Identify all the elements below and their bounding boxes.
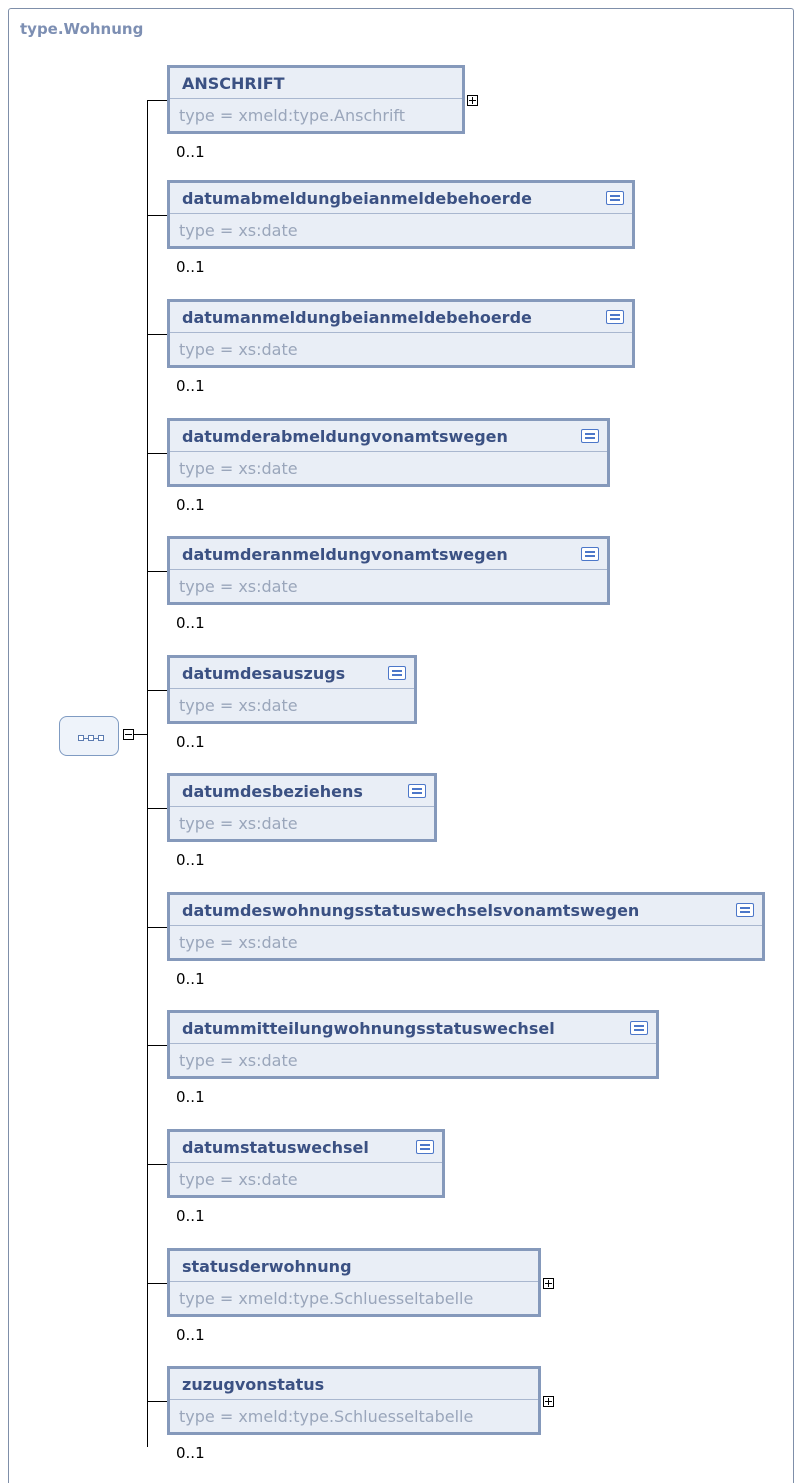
element-name: datumdesbeziehens — [182, 781, 363, 801]
element-name-row: datumderabmeldungvonamtswegen — [170, 421, 607, 452]
element-name: datumabmeldungbeianmeldebehoerde — [182, 188, 532, 208]
element-box[interactable]: datumstatuswechsel type = xs:date — [167, 1129, 445, 1198]
element-box[interactable]: datumanmeldungbeianmeldebehoerde type = x… — [167, 299, 635, 368]
cardinality-label: 0..1 — [176, 377, 205, 395]
element-name-row: datumdesauszugs — [170, 658, 414, 689]
documentation-icon — [581, 429, 599, 443]
cardinality-label: 0..1 — [176, 1088, 205, 1106]
element-name-row: datumstatuswechsel — [170, 1132, 442, 1163]
element-name: datumdesauszugs — [182, 663, 346, 683]
documentation-icon — [581, 547, 599, 561]
element-connector — [147, 215, 167, 216]
collapse-icon[interactable] — [123, 729, 134, 740]
element-connector — [147, 1401, 167, 1402]
element-name: datummitteilungwohnungsstatuswechsel — [182, 1018, 555, 1038]
element-name: datumdeswohnungsstatuswechselsvonamtsweg… — [182, 900, 640, 920]
element-type: type = xs:date — [179, 696, 298, 715]
element-connector — [147, 100, 167, 101]
documentation-icon — [388, 666, 406, 680]
element-type: type = xs:date — [179, 814, 298, 833]
element-name-row: ANSCHRIFT — [170, 68, 462, 99]
element-name-row: datumderanmeldungvonamtswegen — [170, 539, 607, 570]
element-type: type = xs:date — [179, 221, 298, 240]
element-type: type = xmeld:type.Schluesseltabelle — [179, 1407, 474, 1426]
expand-icon[interactable] — [543, 1396, 554, 1407]
element-box[interactable]: datumabmeldungbeianmeldebehoerde type = x… — [167, 180, 635, 249]
cardinality-label: 0..1 — [176, 614, 205, 632]
element-type: type = xs:date — [179, 1051, 298, 1070]
diagram-title: type.Wohnung — [20, 20, 144, 38]
cardinality-label: 0..1 — [176, 851, 205, 869]
element-type: type = xs:date — [179, 577, 298, 596]
expand-icon[interactable] — [543, 1278, 554, 1289]
cardinality-label: 0..1 — [176, 143, 205, 161]
documentation-icon — [416, 1140, 434, 1154]
element-name: datumderabmeldungvonamtswegen — [182, 426, 508, 446]
element-type: type = xmeld:type.Anschrift — [179, 106, 406, 125]
cardinality-label: 0..1 — [176, 970, 205, 988]
element-name: datumderanmeldungvonamtswegen — [182, 544, 508, 564]
element-connector — [147, 1164, 167, 1165]
element-box[interactable]: ANSCHRIFT type = xmeld:type.Anschrift — [167, 65, 465, 134]
element-type: type = xs:date — [179, 933, 298, 952]
cardinality-label: 0..1 — [176, 733, 205, 751]
element-box[interactable]: datumdesbeziehens type = xs:date — [167, 773, 437, 842]
element-type: type = xs:date — [179, 1170, 298, 1189]
cardinality-label: 0..1 — [176, 1444, 205, 1462]
element-box[interactable]: datumderanmeldungvonamtswegen type = xs:d… — [167, 536, 610, 605]
element-connector — [147, 334, 167, 335]
element-name-row: datummitteilungwohnungsstatuswechsel — [170, 1013, 656, 1044]
cardinality-label: 0..1 — [176, 496, 205, 514]
element-name: datumstatuswechsel — [182, 1137, 369, 1157]
element-box[interactable]: zuzugvonstatus type = xmeld:type.Schluess… — [167, 1366, 541, 1435]
element-box[interactable]: statusderwohnung type = xmeld:type.Schlue… — [167, 1248, 541, 1317]
element-connector — [147, 808, 167, 809]
sequence-branch-line — [147, 100, 148, 1447]
element-connector — [147, 927, 167, 928]
element-name: zuzugvonstatus — [182, 1374, 325, 1394]
element-connector — [147, 690, 167, 691]
sequence-compositor[interactable] — [59, 716, 119, 756]
element-box[interactable]: datumdesauszugs type = xs:date — [167, 655, 417, 724]
element-type: type = xs:date — [179, 459, 298, 478]
element-connector — [147, 1045, 167, 1046]
expand-icon[interactable] — [467, 95, 478, 106]
element-name: statusderwohnung — [182, 1256, 352, 1276]
cardinality-label: 0..1 — [176, 1207, 205, 1225]
element-type: type = xmeld:type.Schluesseltabelle — [179, 1289, 474, 1308]
element-name-row: statusderwohnung — [170, 1251, 538, 1282]
connector-line — [134, 734, 147, 735]
element-name-row: zuzugvonstatus — [170, 1369, 538, 1400]
documentation-icon — [606, 191, 624, 205]
element-box[interactable]: datummitteilungwohnungsstatuswechsel type… — [167, 1010, 659, 1079]
element-connector — [147, 1283, 167, 1284]
element-connector — [147, 571, 167, 572]
documentation-icon — [606, 310, 624, 324]
documentation-icon — [408, 784, 426, 798]
cardinality-label: 0..1 — [176, 1326, 205, 1344]
element-name-row: datumdesbeziehens — [170, 776, 434, 807]
element-type: type = xs:date — [179, 340, 298, 359]
element-name-row: datumabmeldungbeianmeldebehoerde — [170, 183, 632, 214]
documentation-icon — [630, 1021, 648, 1035]
element-name-row: datumdeswohnungsstatuswechselsvonamtsweg… — [170, 895, 762, 926]
element-name: datumanmeldungbeianmeldebehoerde — [182, 307, 532, 327]
element-box[interactable]: datumdeswohnungsstatuswechselsvonamtsweg… — [167, 892, 765, 961]
element-connector — [147, 453, 167, 454]
cardinality-label: 0..1 — [176, 258, 205, 276]
element-name-row: datumanmeldungbeianmeldebehoerde — [170, 302, 632, 333]
element-box[interactable]: datumderabmeldungvonamtswegen type = xs:d… — [167, 418, 610, 487]
element-name: ANSCHRIFT — [182, 73, 285, 93]
sequence-icon — [78, 735, 104, 741]
documentation-icon — [736, 903, 754, 917]
